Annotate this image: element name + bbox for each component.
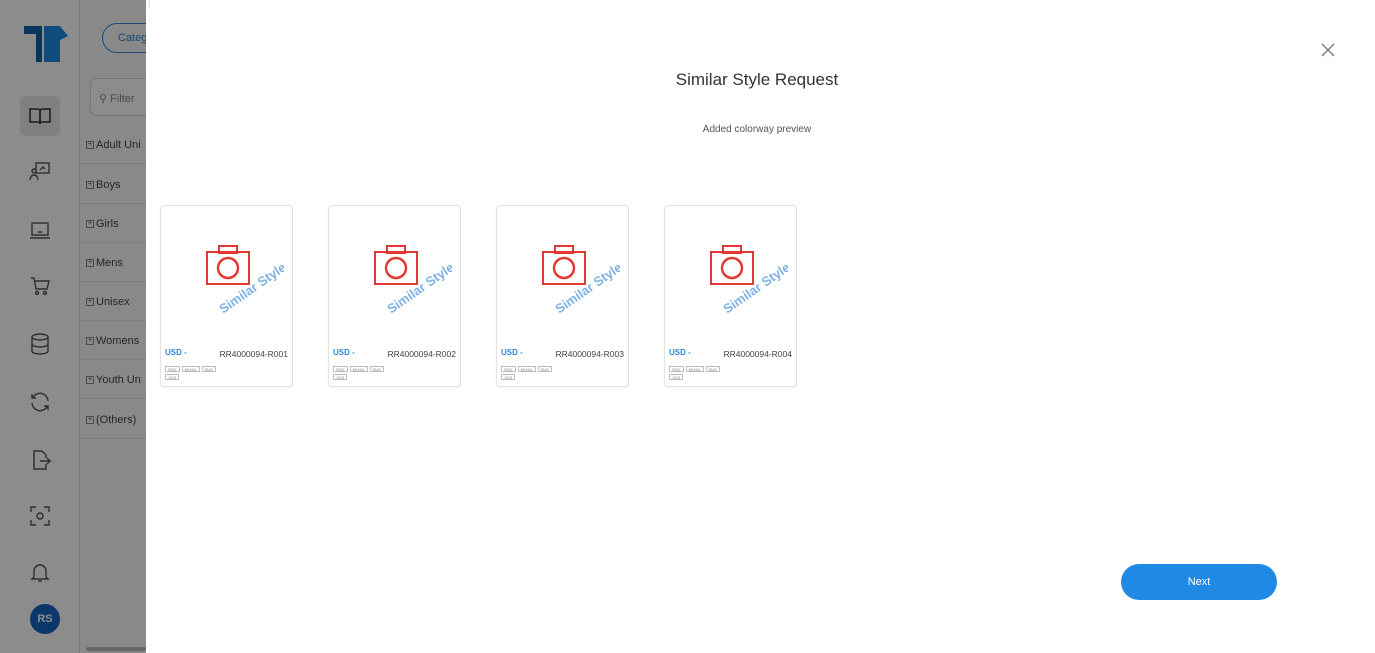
size-tag: 3/4X (537, 366, 552, 372)
placeholder-image: Similar Style Request (374, 228, 452, 317)
colorway-card[interactable]: Similar Style Request USD - RR4000094-R0… (664, 205, 797, 387)
size-tag: M/XXL (181, 366, 200, 372)
size-tag: M/XXL (517, 366, 536, 372)
price-label: USD - (165, 348, 187, 357)
camera-icon (542, 245, 586, 285)
size-tag: 3/4X (201, 366, 216, 372)
size-tag: M/XXL (349, 366, 368, 372)
size-tag: S/XL (333, 366, 348, 372)
modal-subtitle: Added colorway preview (702, 124, 812, 135)
camera-icon (206, 245, 250, 285)
next-button[interactable]: Next (1121, 564, 1277, 600)
camera-icon (374, 245, 418, 285)
watermark-text: Similar Style Request (720, 228, 788, 317)
close-icon (1321, 43, 1335, 57)
placeholder-image: Similar Style Request (542, 228, 620, 317)
similar-style-modal: Similar Style Request Added colorway pre… (146, 8, 1368, 653)
size-tag: 1X/2 (333, 374, 348, 380)
size-tag: 1X/2 (669, 374, 684, 380)
size-tag: 3/4X (705, 366, 720, 372)
size-list: S/XL M/XXL 3/4X 1X/2 (669, 366, 731, 380)
watermark-text: Similar Style Request (552, 228, 620, 317)
placeholder-image: Similar Style Request (710, 228, 788, 317)
size-list: S/XL M/XXL 3/4X 1X/2 (333, 366, 395, 380)
modal-title: Similar Style Request (675, 70, 839, 89)
sku-label: RR4000094-R001 (219, 349, 288, 359)
size-tag: 1X/2 (165, 374, 180, 380)
placeholder-image: Similar Style Request (206, 228, 284, 317)
size-list: S/XL M/XXL 3/4X 1X/2 (165, 366, 227, 380)
close-button[interactable] (1318, 40, 1338, 60)
price-label: USD - (333, 348, 355, 357)
size-tag: 1X/2 (501, 374, 516, 380)
size-list: S/XL M/XXL 3/4X 1X/2 (501, 366, 563, 380)
size-tag: S/XL (669, 366, 684, 372)
size-tag: 3/4X (369, 366, 384, 372)
sku-label: RR4000094-R002 (387, 349, 456, 359)
price-label: USD - (669, 348, 691, 357)
colorway-card[interactable]: Similar Style Request USD - RR4000094-R0… (160, 205, 293, 387)
sku-label: RR4000094-R004 (723, 349, 792, 359)
colorway-card[interactable]: Similar Style Request USD - RR4000094-R0… (496, 205, 629, 387)
watermark-text: Similar Style Request (384, 228, 452, 317)
sku-label: RR4000094-R003 (555, 349, 624, 359)
colorway-card[interactable]: Similar Style Request USD - RR4000094-R0… (328, 205, 461, 387)
size-tag: M/XXL (685, 366, 704, 372)
watermark-text-line-1: Similar Style Request (216, 228, 284, 317)
modal-backdrop[interactable] (0, 0, 146, 653)
size-tag: S/XL (501, 366, 516, 372)
camera-icon (710, 245, 754, 285)
price-label: USD - (501, 348, 523, 357)
size-tag: S/XL (165, 366, 180, 372)
